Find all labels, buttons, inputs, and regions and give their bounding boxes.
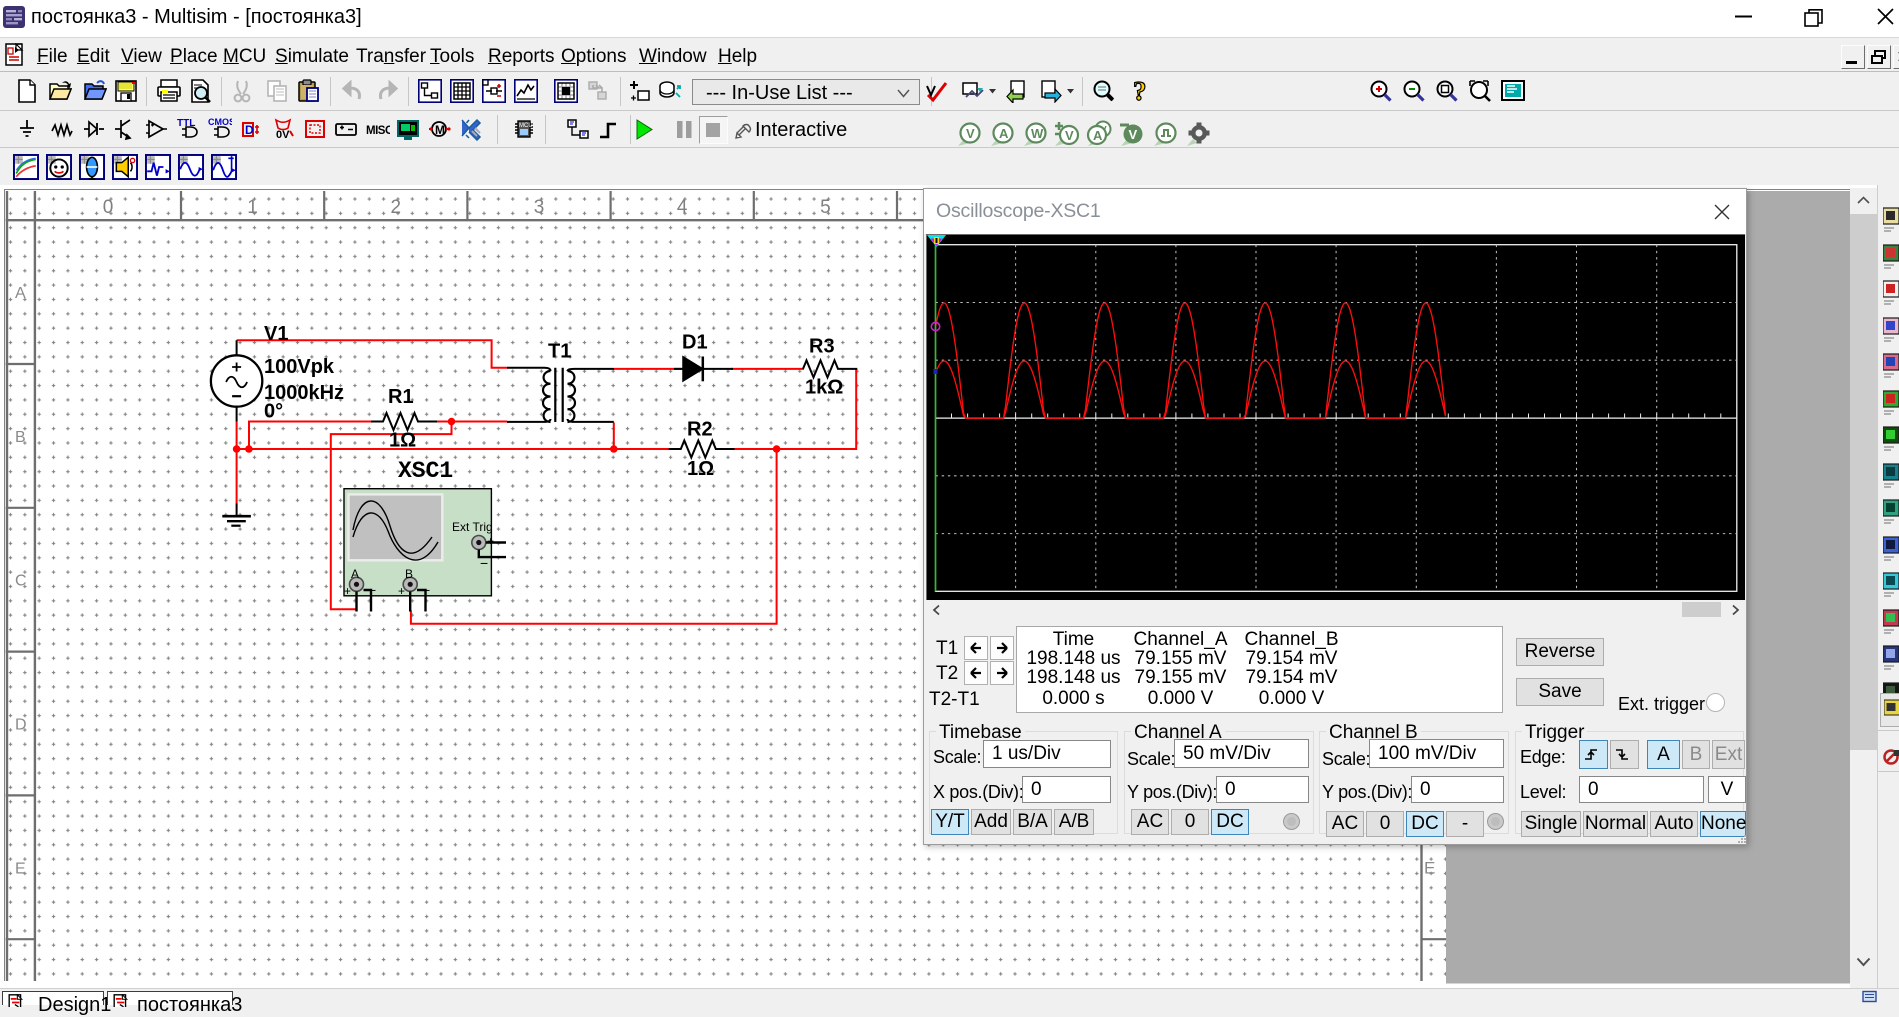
svg-text:A: A — [999, 126, 1009, 141]
svg-text:A: A — [351, 567, 359, 581]
svg-text:0°: 0° — [264, 401, 283, 423]
svg-text:−: − — [422, 582, 430, 598]
svg-text:3: 3 — [534, 197, 545, 218]
svg-text:A: A — [1093, 128, 1103, 143]
svg-text:R2: R2 — [687, 419, 713, 441]
svg-text:V1: V1 — [264, 323, 288, 345]
svg-text:4: 4 — [677, 197, 688, 218]
svg-text:1: 1 — [247, 197, 258, 218]
svg-text:D: D — [245, 123, 254, 137]
svg-text:M: M — [435, 123, 445, 137]
svg-text:B: B — [15, 429, 26, 446]
svg-text:B: B — [405, 567, 413, 581]
svg-text:C: C — [15, 573, 27, 590]
svg-text:MISC: MISC — [366, 125, 390, 137]
svg-text:1kΩ: 1kΩ — [805, 377, 843, 399]
svg-text:D: D — [15, 717, 27, 734]
svg-text:1Ω: 1Ω — [687, 458, 714, 480]
svg-text:A: A — [15, 285, 26, 302]
svg-text:T1: T1 — [548, 341, 571, 363]
svg-text:R3: R3 — [809, 336, 835, 358]
svg-text:MCU: MCU — [519, 123, 533, 129]
svg-text:100Vpk: 100Vpk — [264, 356, 335, 378]
svg-text:D1: D1 — [682, 332, 708, 354]
svg-text:W: W — [1031, 126, 1044, 141]
svg-text:−: − — [480, 555, 488, 571]
svg-text:?: ? — [1133, 79, 1147, 103]
svg-text:1Ω: 1Ω — [389, 430, 416, 452]
svg-text:V: V — [1129, 127, 1138, 142]
svg-text:E: E — [1424, 858, 1435, 877]
svg-text:+: + — [398, 584, 405, 598]
svg-text:XSC1: XSC1 — [398, 458, 453, 484]
svg-text:+: + — [487, 534, 494, 548]
svg-text:CMOS: CMOS — [208, 117, 232, 127]
svg-text:R1: R1 — [388, 386, 414, 408]
svg-text:0: 0 — [103, 197, 114, 218]
svg-text:+: + — [344, 584, 351, 598]
svg-text:2: 2 — [391, 197, 402, 218]
svg-text:V: V — [1065, 128, 1074, 143]
svg-text:Ext Trig: Ext Trig — [452, 520, 493, 534]
svg-text:−: − — [368, 582, 376, 598]
svg-text:E: E — [15, 860, 26, 877]
svg-text:5: 5 — [820, 197, 831, 218]
svg-text:0V: 0V — [276, 129, 290, 141]
svg-text:V: V — [966, 126, 975, 141]
